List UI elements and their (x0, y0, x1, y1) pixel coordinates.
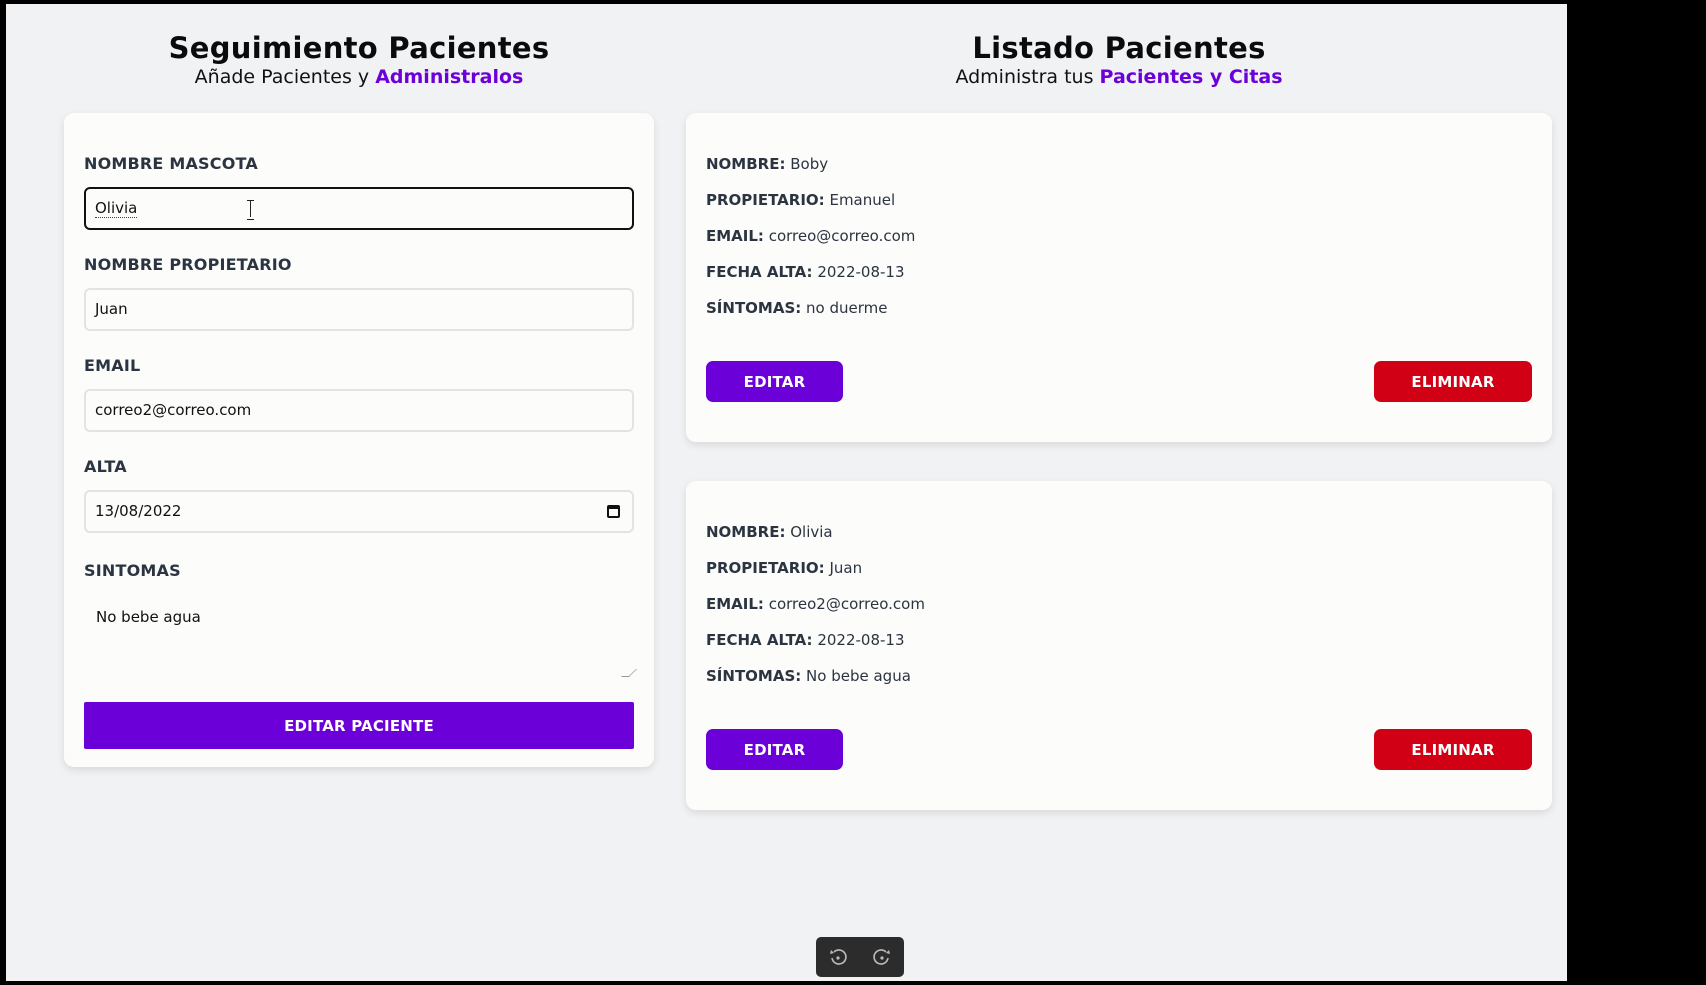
patient-symptoms: No bebe agua (806, 667, 911, 685)
patient-symptoms-label: SÍNTOMAS: (706, 667, 802, 685)
patient-owner: Emanuel (829, 191, 896, 209)
edit-patient-button[interactable]: EDITAR PACIENTE (84, 702, 634, 749)
patient-name-label: NOMBRE: (706, 155, 786, 173)
date-value: 13/08/2022 (95, 502, 182, 520)
app-viewport: Seguimiento Pacientes Añade Pacientes y … (6, 4, 1567, 981)
patient-owner: Juan (829, 559, 863, 577)
patient-symptoms: no duerme (806, 299, 888, 317)
symptoms-value: No bebe agua (96, 608, 201, 626)
patient-email-line: EMAIL: correo@correo.com (706, 225, 1532, 261)
floating-toolbar (816, 937, 904, 977)
patient-name-line: NOMBRE: Olivia (706, 521, 1532, 557)
calendar-icon[interactable] (607, 505, 620, 518)
pet-name-value: Olivia (95, 199, 138, 218)
list-subtitle-accent: Pacientes y Citas (1099, 66, 1283, 88)
patient-date-line: FECHA ALTA: 2022-08-13 (706, 261, 1532, 297)
patient-email-label: EMAIL: (706, 595, 764, 613)
owner-name-value: Juan (95, 300, 128, 318)
card-actions: EDITAR ELIMINAR (706, 729, 1532, 770)
email-field[interactable]: correo2@correo.com (84, 389, 634, 432)
patient-card: NOMBRE: Boby PROPIETARIO: Emanuel EMAIL:… (686, 113, 1552, 442)
patient-symptoms-line: SÍNTOMAS: no duerme (706, 297, 1532, 333)
delete-button[interactable]: ELIMINAR (1374, 361, 1532, 402)
symptoms-textarea[interactable]: No bebe agua (84, 594, 637, 679)
date-input[interactable]: 13/08/2022 (84, 490, 634, 533)
patient-owner-line: PROPIETARIO: Juan (706, 557, 1532, 593)
edit-button[interactable]: EDITAR (706, 729, 843, 770)
symptoms-label: SINTOMAS (84, 561, 181, 580)
pet-name-input[interactable]: Olivia (84, 187, 634, 230)
list-subtitle-text: Administra tus (955, 66, 1100, 88)
patient-email: correo2@correo.com (768, 595, 925, 613)
patient-symptoms-line: SÍNTOMAS: No bebe agua (706, 665, 1532, 701)
resize-handle-icon[interactable] (621, 669, 637, 677)
patient-symptoms-label: SÍNTOMAS: (706, 299, 802, 317)
patient-email: correo@correo.com (768, 227, 916, 245)
email-label: EMAIL (84, 356, 141, 375)
pet-name-label: NOMBRE MASCOTA (84, 154, 258, 173)
patient-owner-label: PROPIETARIO: (706, 191, 825, 209)
patient-form: NOMBRE MASCOTA Olivia NOMBRE PROPIETARIO… (64, 113, 654, 767)
patient-owner-label: PROPIETARIO: (706, 559, 825, 577)
patient-name: Boby (790, 155, 829, 173)
patient-date-label: FECHA ALTA: (706, 631, 813, 649)
rotate-right-icon[interactable] (871, 946, 893, 968)
date-label: ALTA (84, 457, 127, 476)
rotate-left-icon[interactable] (827, 946, 849, 968)
form-title: Seguimiento Pacientes (168, 31, 550, 65)
card-actions: EDITAR ELIMINAR (706, 361, 1532, 402)
patient-date: 2022-08-13 (817, 263, 905, 281)
patient-date: 2022-08-13 (817, 631, 905, 649)
owner-name-input[interactable]: Juan (84, 288, 634, 331)
text-cursor-icon (247, 199, 254, 220)
patient-owner-line: PROPIETARIO: Emanuel (706, 189, 1532, 225)
list-header: Listado Pacientes Administra tus Pacient… (686, 28, 1552, 90)
patient-card: NOMBRE: Olivia PROPIETARIO: Juan EMAIL: … (686, 481, 1552, 810)
patient-date-label: FECHA ALTA: (706, 263, 813, 281)
list-title: Listado Pacientes (972, 31, 1266, 65)
form-header: Seguimiento Pacientes Añade Pacientes y … (64, 28, 654, 90)
patient-date-line: FECHA ALTA: 2022-08-13 (706, 629, 1532, 665)
patient-email-line: EMAIL: correo2@correo.com (706, 593, 1532, 629)
email-value: correo2@correo.com (95, 401, 252, 419)
form-subtitle-accent: Administralos (375, 66, 524, 88)
form-subtitle: Añade Pacientes y Administralos (64, 64, 654, 90)
edit-button[interactable]: EDITAR (706, 361, 843, 402)
patient-name-line: NOMBRE: Boby (706, 153, 1532, 189)
patient-name-label: NOMBRE: (706, 523, 786, 541)
patient-name: Olivia (790, 523, 833, 541)
patient-email-label: EMAIL: (706, 227, 764, 245)
owner-name-label: NOMBRE PROPIETARIO (84, 255, 292, 274)
delete-button[interactable]: ELIMINAR (1374, 729, 1532, 770)
list-subtitle: Administra tus Pacientes y Citas (686, 64, 1552, 90)
form-subtitle-text: Añade Pacientes y (194, 66, 376, 88)
